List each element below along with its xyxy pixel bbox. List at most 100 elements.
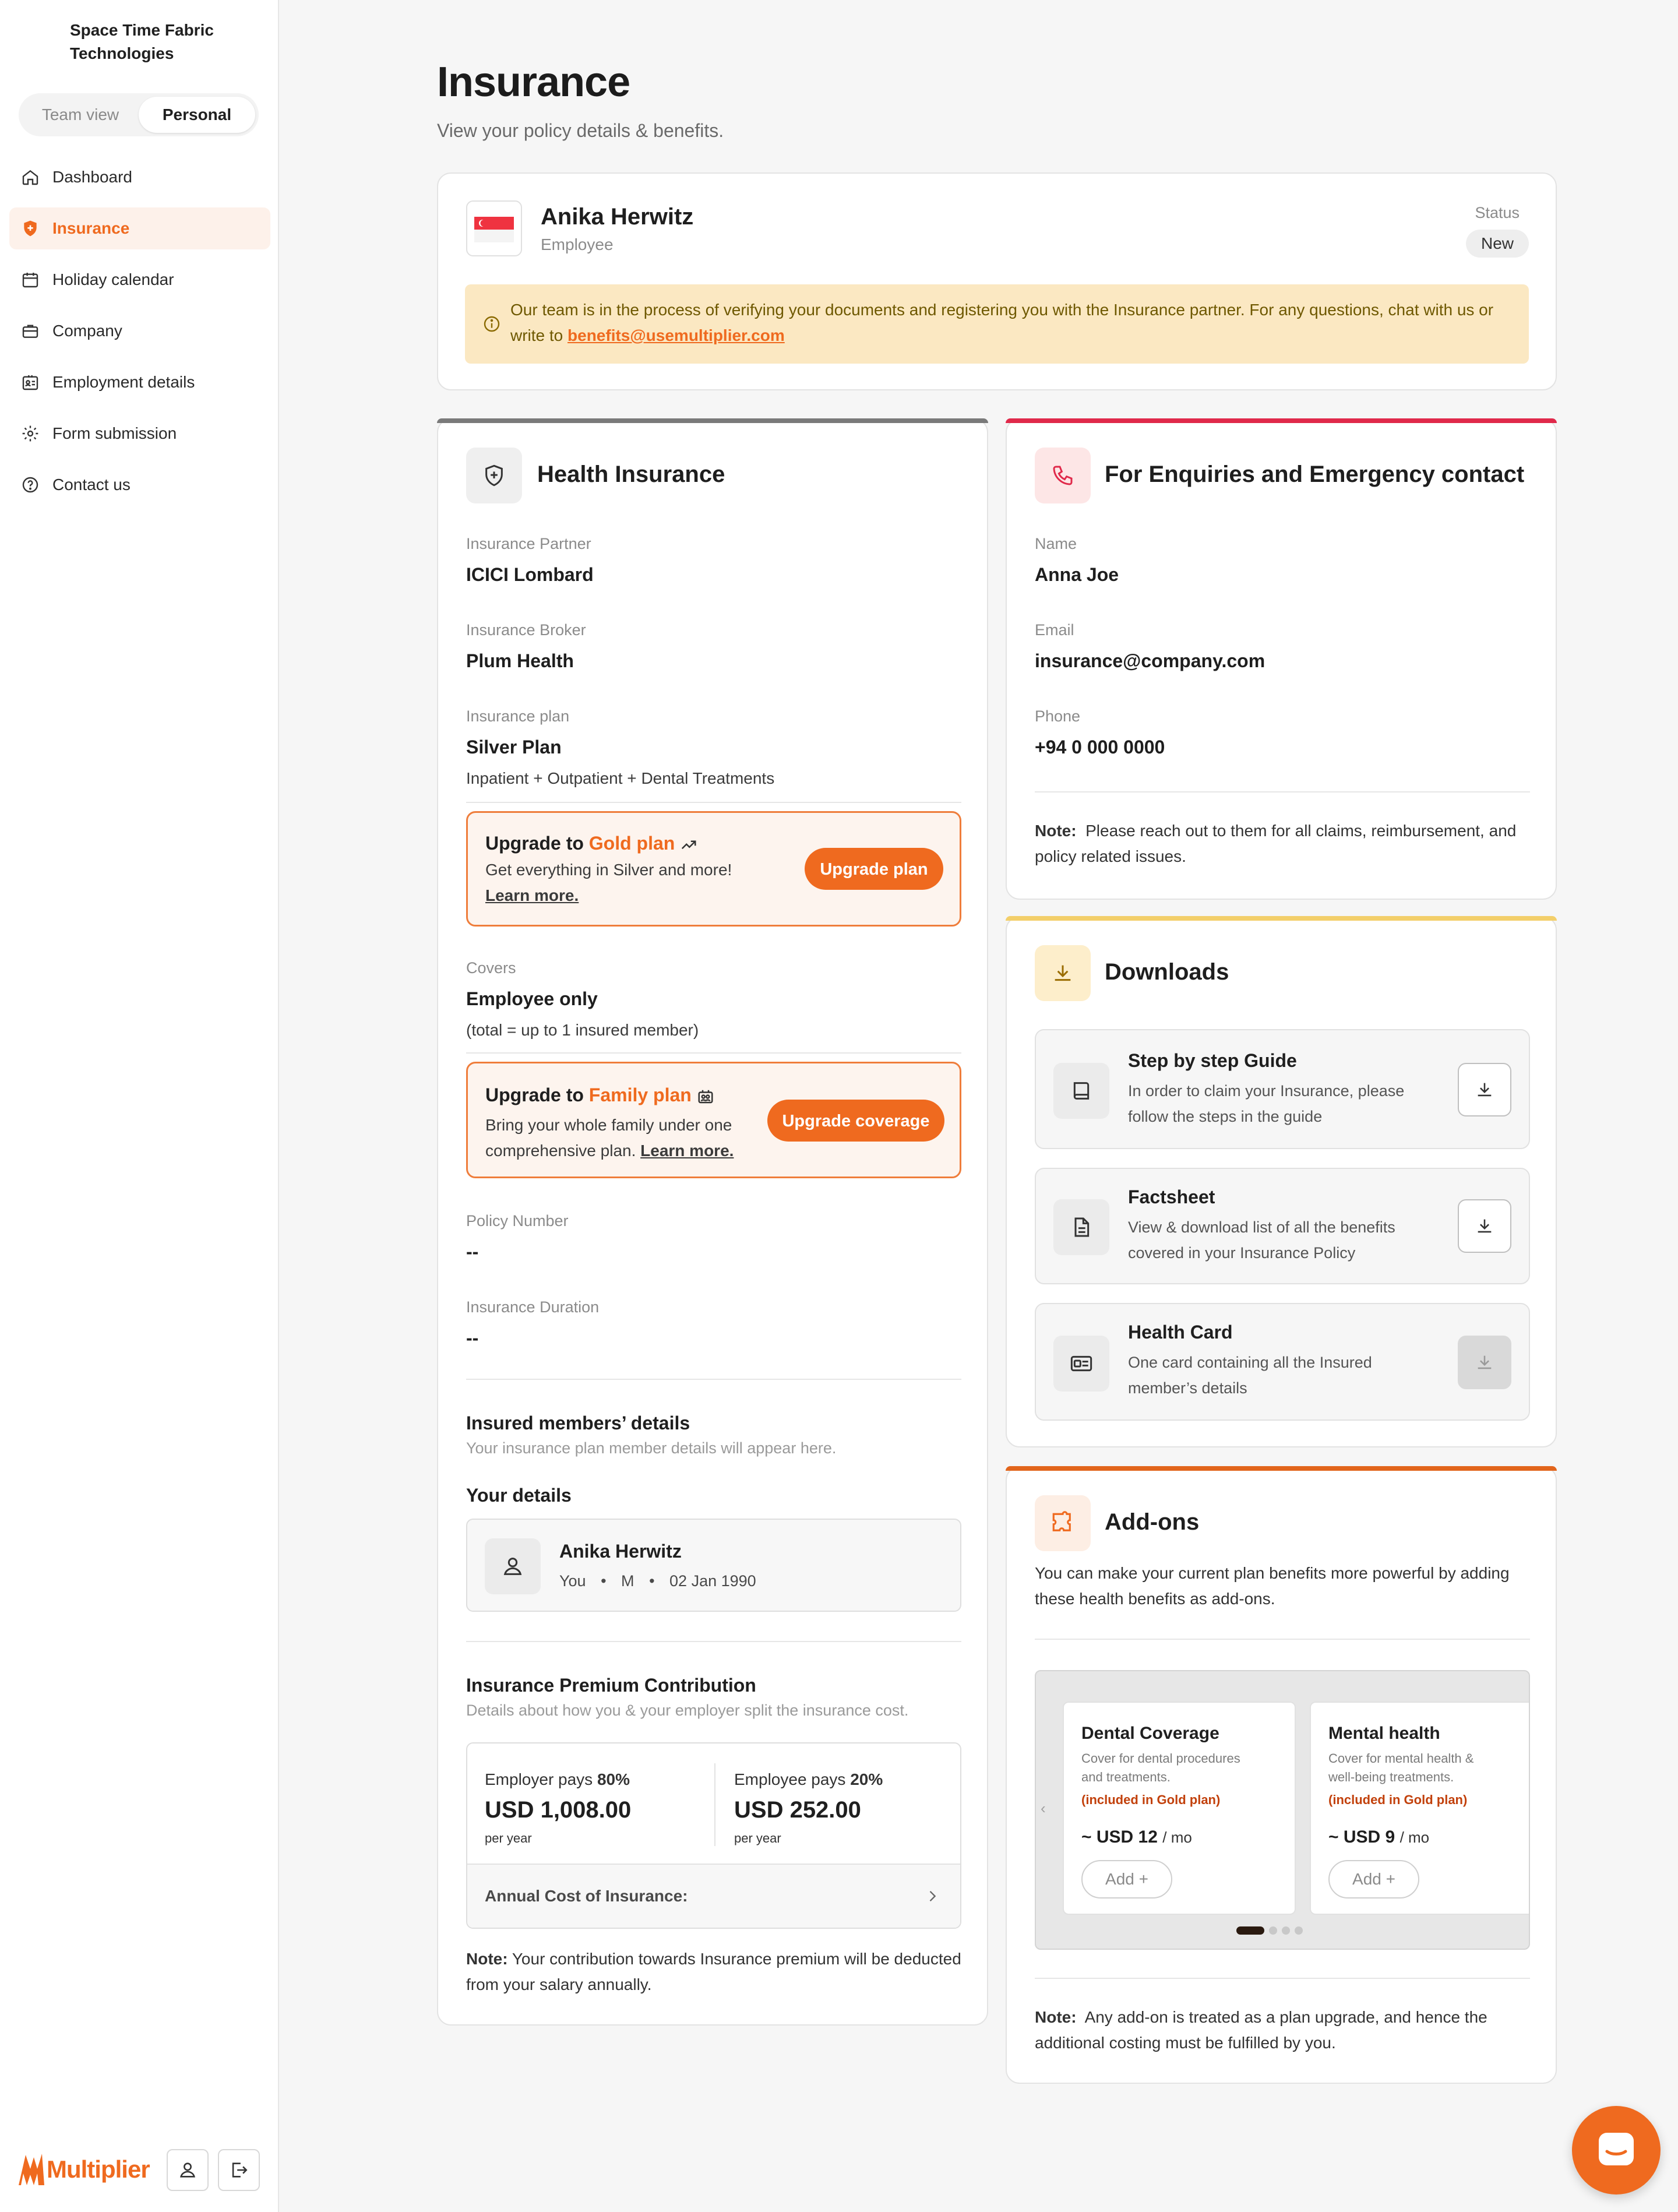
- briefcase-icon: [20, 320, 41, 341]
- addon-title: Dental Coverage: [1081, 1724, 1219, 1743]
- id-card-icon: [20, 372, 41, 393]
- page-subtitle: View your policy details & benefits.: [437, 120, 724, 141]
- carousel-dot[interactable]: [1282, 1926, 1290, 1935]
- personal-toggle[interactable]: Personal: [139, 97, 255, 133]
- sidebar-item-holiday-calendar[interactable]: Holiday calendar: [9, 259, 270, 301]
- card-top-accent: [437, 418, 988, 423]
- employee-amount: USD 252.00: [734, 1797, 861, 1823]
- upgrade-family-banner: Upgrade to Family plan Bring your whole …: [466, 1062, 961, 1178]
- download-item-health-card: Health Card One card containing all the …: [1035, 1303, 1530, 1421]
- benefits-email-link[interactable]: benefits@usemultiplier.com: [567, 326, 785, 344]
- divider: [1035, 791, 1530, 792]
- policy-number-label: Policy Number: [466, 1212, 569, 1230]
- divider: [466, 1379, 961, 1380]
- sidebar-item-dashboard[interactable]: Dashboard: [9, 156, 270, 198]
- addon-desc-line1: Cover for dental procedures: [1081, 1751, 1240, 1766]
- add-dental-button[interactable]: Add +: [1081, 1860, 1172, 1898]
- learn-more-link[interactable]: Learn more.: [485, 886, 579, 905]
- addon-desc: Cover for mental health & well-being tre…: [1328, 1749, 1473, 1787]
- plan-label: Insurance plan: [466, 707, 570, 725]
- contact-name: Anna Joe: [1035, 564, 1119, 585]
- health-insurance-card: Health Insurance Insurance Partner ICICI…: [437, 418, 988, 2026]
- profile-button[interactable]: [167, 2149, 209, 2191]
- multiplier-logo-icon: [19, 2154, 44, 2185]
- card-title: Add-ons: [1105, 1509, 1200, 1535]
- addon-price-unit: / mo: [1162, 1829, 1192, 1846]
- carousel-dot[interactable]: [1269, 1926, 1277, 1935]
- sidebar-item-company[interactable]: Company: [9, 310, 270, 352]
- carousel-dot-active[interactable]: [1236, 1926, 1264, 1935]
- contact-email[interactable]: insurance@company.com: [1035, 650, 1265, 672]
- upgrade-coverage-button[interactable]: Upgrade coverage: [767, 1100, 944, 1142]
- sidebar-item-label: Contact us: [52, 475, 131, 494]
- member-relation: You: [559, 1572, 586, 1590]
- partner-value: ICICI Lombard: [466, 564, 594, 585]
- carousel-dots: [1236, 1926, 1303, 1935]
- download-title: Health Card: [1128, 1322, 1233, 1343]
- premium-title: Insurance Premium Contribution: [466, 1675, 756, 1696]
- broker-value: Plum Health: [466, 650, 574, 671]
- note-text: Please reach out to them for all claims,…: [1035, 822, 1517, 865]
- divider: [1035, 1978, 1530, 1979]
- home-icon: [20, 167, 41, 188]
- employee-pays-label: Employee pays 20%: [734, 1770, 883, 1789]
- premium-subtitle: Details about how you & your employer sp…: [466, 1702, 909, 1719]
- addon-tag: (included in Gold plan): [1081, 1792, 1221, 1807]
- addon-desc: Cover for dental procedures and treatmen…: [1081, 1749, 1240, 1787]
- download-icon: [1478, 1355, 1492, 1369]
- puzzle-icon: [1052, 1511, 1071, 1531]
- download-icon: [1055, 965, 1071, 981]
- download-icon: [1478, 1219, 1492, 1233]
- duration-label: Insurance Duration: [466, 1298, 600, 1316]
- upgrade-plan-button[interactable]: Upgrade plan: [805, 848, 943, 890]
- add-label: Add: [1105, 1870, 1134, 1888]
- addon-title: Mental health: [1328, 1724, 1440, 1743]
- calendar-icon: [20, 269, 41, 290]
- upgrade-gold-desc: Get everything in Silver and more!: [485, 861, 732, 879]
- add-label: Add: [1352, 1870, 1381, 1888]
- contact-phone[interactable]: +94 0 000 0000: [1035, 737, 1165, 758]
- download-title: Factsheet: [1128, 1186, 1215, 1207]
- carousel-dot[interactable]: [1295, 1926, 1303, 1935]
- policy-number-value: --: [466, 1241, 479, 1262]
- addon-price: ~ USD 12 / mo: [1081, 1827, 1192, 1847]
- book-icon: [1073, 1082, 1090, 1100]
- user-icon: [180, 2162, 195, 2178]
- sidebar-item-contact-us[interactable]: Contact us: [9, 464, 270, 506]
- contact-note: Note: Please reach out to them for all c…: [1035, 818, 1530, 869]
- document-icon: [1074, 1217, 1090, 1237]
- sidebar-item-label: Employment details: [52, 373, 195, 391]
- download-health-card-button[interactable]: [1458, 1336, 1511, 1389]
- sidebar-item-form-submission[interactable]: Form submission: [9, 413, 270, 455]
- addons-description: You can make your current plan benefits …: [1035, 1564, 1510, 1608]
- note-text: Your contribution towards Insurance prem…: [466, 1950, 961, 1993]
- card-title: Health Insurance: [537, 462, 725, 487]
- contact-name-label: Name: [1035, 535, 1077, 552]
- upgrade-family-title: Upgrade to Family plan: [485, 1084, 714, 1106]
- divider: [466, 802, 961, 803]
- org-name: Space Time Fabric Technologies: [70, 21, 214, 62]
- sidebar-item-label: Dashboard: [52, 168, 132, 186]
- contact-phone-label: Phone: [1035, 707, 1081, 725]
- upgrade-gold-title: Upgrade to Gold plan: [485, 833, 697, 854]
- learn-more-link[interactable]: Learn more.: [640, 1142, 734, 1160]
- logout-button[interactable]: [218, 2149, 260, 2191]
- flag-avatar: [466, 200, 522, 256]
- carousel-prev-button[interactable]: ‹: [1041, 1799, 1046, 1817]
- sidebar-item-insurance[interactable]: Insurance: [9, 207, 270, 249]
- chat-launcher-button[interactable]: [1572, 2106, 1661, 2195]
- card-top-accent: [1006, 916, 1557, 921]
- sidebar-item-employment-details[interactable]: Employment details: [9, 361, 270, 403]
- addons-card: Add-ons You can make your current plan b…: [1006, 1466, 1557, 2084]
- annual-cost-row[interactable]: Annual Cost of Insurance:: [467, 1864, 960, 1928]
- download-desc-line2: follow the steps in the guide: [1128, 1108, 1323, 1125]
- multiplier-logo[interactable]: Multiplier: [16, 2150, 150, 2189]
- team-view-toggle[interactable]: Team view: [22, 97, 139, 133]
- family-plan-highlight: Family plan: [588, 1084, 692, 1105]
- sidebar-item-label: Form submission: [52, 424, 177, 442]
- addon-desc-line1: Cover for mental health &: [1328, 1751, 1474, 1766]
- download-factsheet-button[interactable]: [1458, 1199, 1511, 1253]
- download-guide-button[interactable]: [1458, 1063, 1511, 1116]
- add-mental-health-button[interactable]: Add +: [1328, 1860, 1419, 1898]
- download-desc-line1: One card containing all the Insured: [1128, 1354, 1372, 1371]
